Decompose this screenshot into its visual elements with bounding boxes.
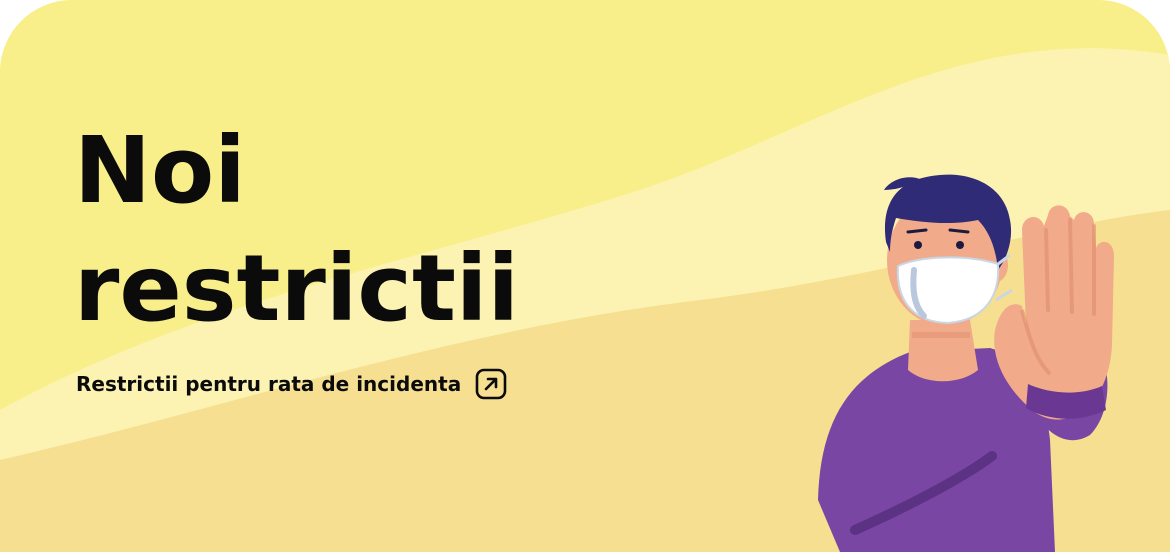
masked-person-stop-gesture-illustration bbox=[818, 174, 1114, 552]
page-title: Noi restrictii bbox=[74, 112, 519, 348]
external-link-arrow-icon bbox=[475, 368, 507, 400]
restrictions-banner: Noi restrictii Restrictii pentru rata de… bbox=[0, 0, 1170, 552]
restrictions-link-label: Restrictii pentru rata de incidenta bbox=[76, 372, 462, 396]
title-line-1: Noi bbox=[74, 117, 246, 224]
restrictions-link[interactable]: Restrictii pentru rata de incidenta bbox=[76, 368, 507, 400]
title-line-2: restrictii bbox=[74, 235, 519, 342]
